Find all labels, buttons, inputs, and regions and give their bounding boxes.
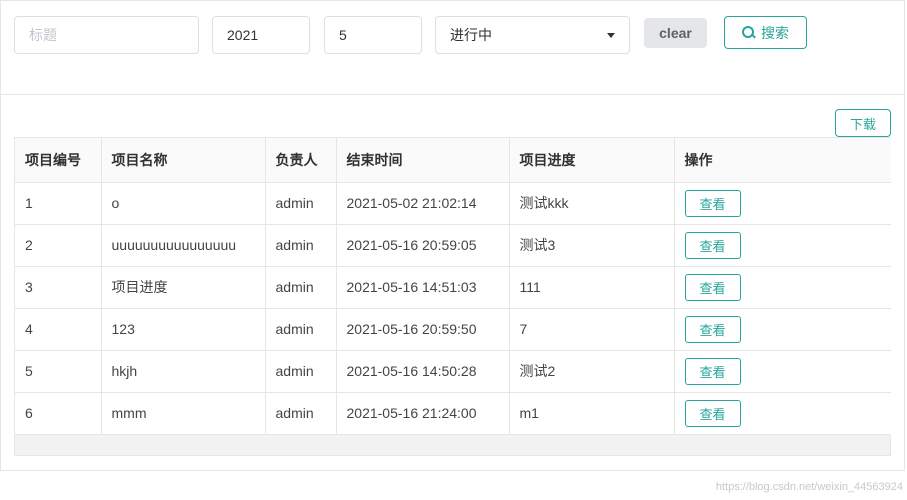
- cell-actions: 查看: [674, 350, 891, 393]
- cell-actions: 查看: [674, 266, 891, 309]
- cell-id: 1: [15, 182, 102, 225]
- cell-id: 5: [15, 350, 102, 393]
- download-button[interactable]: 下载: [835, 109, 891, 137]
- project-table-container: 项目编号 项目名称 负责人 结束时间 项目进度 操作 1 o admin 202…: [14, 137, 891, 456]
- column-header-owner: 负责人: [265, 138, 337, 183]
- watermark: https://blog.csdn.net/weixin_44563924: [715, 481, 903, 493]
- cell-progress: 测试2: [509, 350, 675, 393]
- cell-progress: 111: [509, 266, 675, 309]
- cell-end-time: 2021-05-16 14:51:03: [336, 266, 510, 309]
- cell-actions: 查看: [674, 392, 891, 435]
- table-header-row: 项目编号 项目名称 负责人 结束时间 项目进度 操作: [15, 138, 891, 183]
- cell-name: hkjh: [101, 350, 266, 393]
- project-table: 项目编号 项目名称 负责人 结束时间 项目进度 操作 1 o admin 202…: [15, 138, 891, 435]
- view-button[interactable]: 查看: [684, 231, 741, 259]
- year-input[interactable]: [212, 16, 310, 54]
- search-panel: 进行中 clear 搜索: [0, 0, 905, 95]
- cell-owner: admin: [265, 224, 337, 267]
- cell-name: 项目进度: [101, 266, 266, 309]
- cell-progress: 测试kkk: [509, 182, 675, 225]
- view-button[interactable]: 查看: [684, 315, 741, 343]
- cell-name: o: [101, 182, 266, 225]
- cell-actions: 查看: [674, 224, 891, 267]
- table-row: 1 o admin 2021-05-02 21:02:14 测试kkk 查看: [15, 182, 891, 225]
- cell-end-time: 2021-05-16 20:59:50: [336, 308, 510, 351]
- view-button[interactable]: 查看: [684, 399, 741, 427]
- view-button[interactable]: 查看: [684, 189, 741, 217]
- status-select[interactable]: 进行中: [435, 16, 630, 54]
- cell-owner: admin: [265, 266, 337, 309]
- column-header-actions: 操作: [674, 138, 891, 183]
- title-search-input[interactable]: [14, 16, 199, 54]
- cell-progress: m1: [509, 392, 675, 435]
- cell-name: 123: [101, 308, 266, 351]
- table-row: 3 项目进度 admin 2021-05-16 14:51:03 111 查看: [15, 266, 891, 309]
- cell-id: 3: [15, 266, 102, 309]
- column-header-name: 项目名称: [101, 138, 266, 183]
- cell-id: 4: [15, 308, 102, 351]
- cell-owner: admin: [265, 308, 337, 351]
- status-select-value: 进行中: [450, 27, 492, 43]
- search-icon: [742, 26, 755, 39]
- table-row: 2 uuuuuuuuuuuuuuuu admin 2021-05-16 20:5…: [15, 224, 891, 267]
- column-header-end-time: 结束时间: [336, 138, 510, 183]
- cell-end-time: 2021-05-16 21:24:00: [336, 392, 510, 435]
- cell-owner: admin: [265, 350, 337, 393]
- cell-actions: 查看: [674, 182, 891, 225]
- search-button-label: 搜索: [761, 24, 789, 41]
- cell-id: 2: [15, 224, 102, 267]
- month-input[interactable]: [324, 16, 422, 54]
- column-header-id: 项目编号: [15, 138, 102, 183]
- clear-button[interactable]: clear: [644, 18, 707, 48]
- cell-id: 6: [15, 392, 102, 435]
- cell-name: uuuuuuuuuuuuuuuu: [101, 224, 266, 267]
- cell-name: mmm: [101, 392, 266, 435]
- view-button[interactable]: 查看: [684, 357, 741, 385]
- search-button[interactable]: 搜索: [724, 16, 807, 49]
- cell-end-time: 2021-05-16 14:50:28: [336, 350, 510, 393]
- cell-end-time: 2021-05-16 20:59:05: [336, 224, 510, 267]
- table-row: 6 mmm admin 2021-05-16 21:24:00 m1 查看: [15, 392, 891, 435]
- caret-down-icon: [607, 32, 615, 38]
- cell-owner: admin: [265, 392, 337, 435]
- cell-progress: 测试3: [509, 224, 675, 267]
- table-row: 5 hkjh admin 2021-05-16 14:50:28 测试2 查看: [15, 350, 891, 393]
- cell-owner: admin: [265, 182, 337, 225]
- view-button[interactable]: 查看: [684, 273, 741, 301]
- cell-progress: 7: [509, 308, 675, 351]
- column-header-progress: 项目进度: [509, 138, 675, 183]
- cell-actions: 查看: [674, 308, 891, 351]
- cell-end-time: 2021-05-02 21:02:14: [336, 182, 510, 225]
- footer-divider: [0, 470, 905, 471]
- table-row: 4 123 admin 2021-05-16 20:59:50 7 查看: [15, 308, 891, 351]
